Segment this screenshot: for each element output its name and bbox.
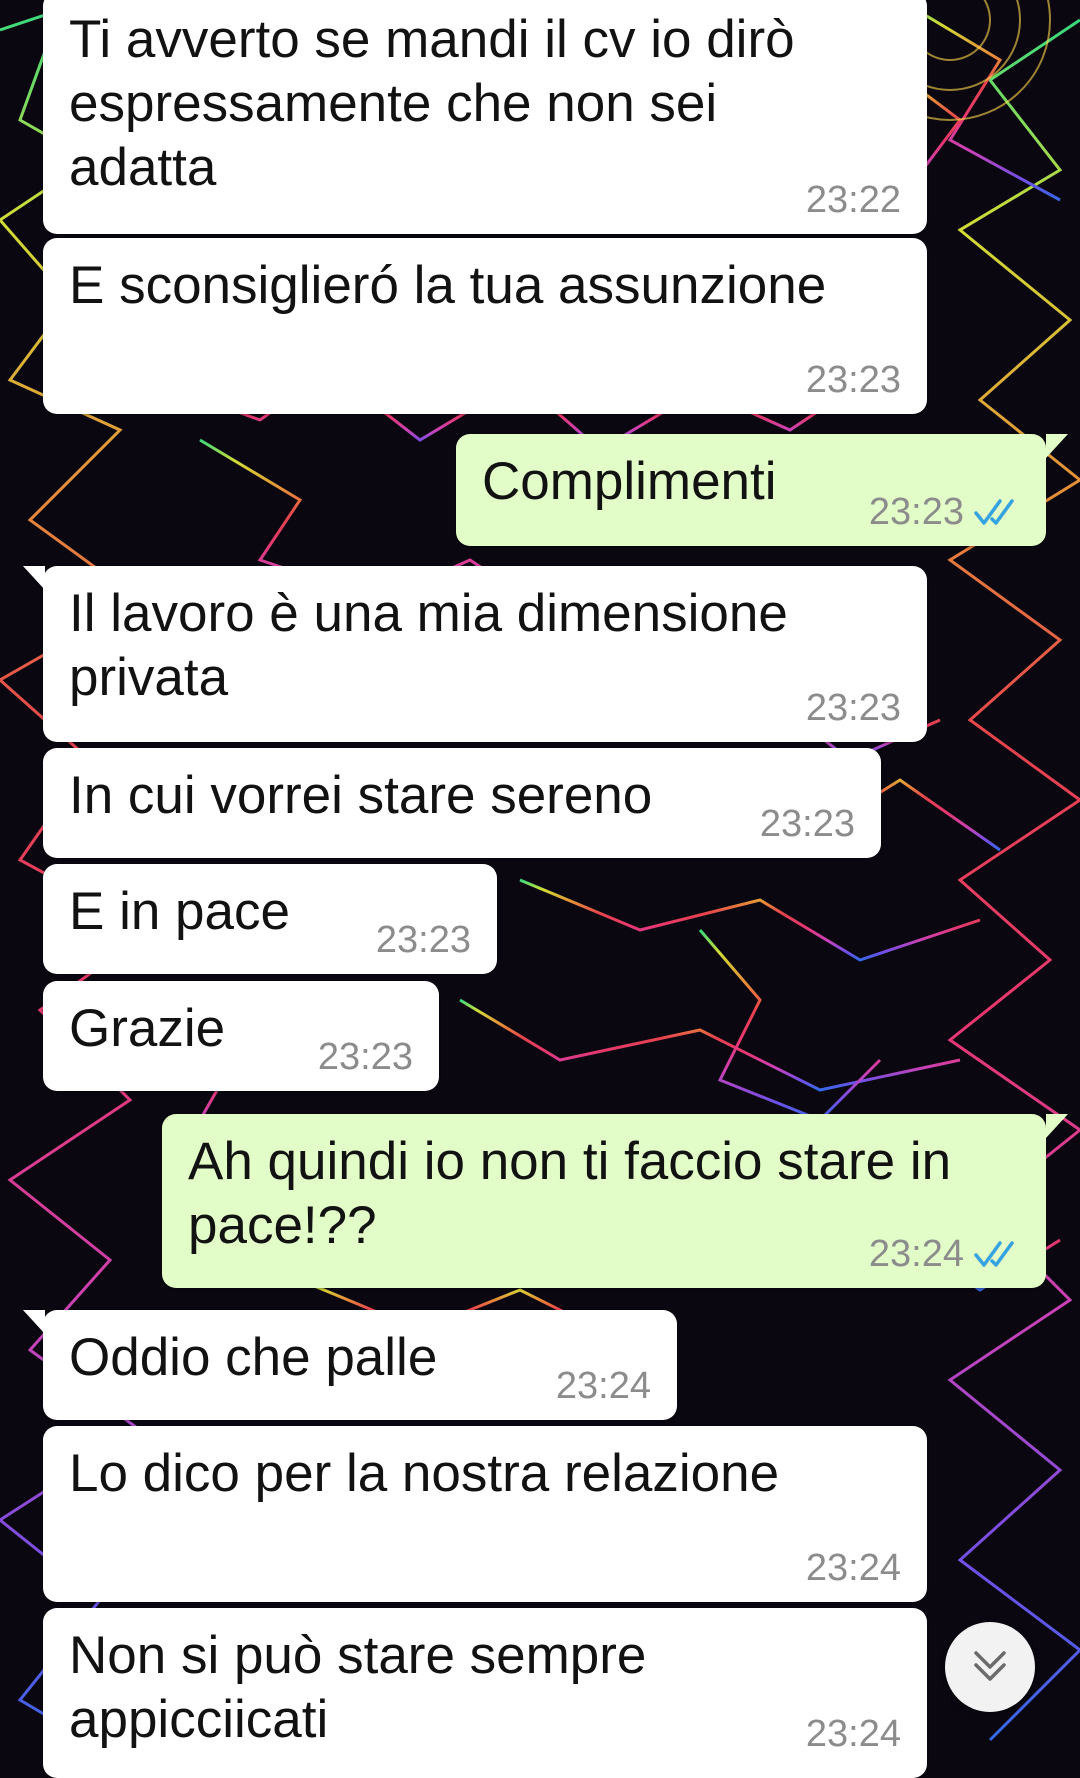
message-meta: 23:23 <box>806 686 901 730</box>
message-bubble-incoming[interactable]: E in pace 23:23 <box>43 864 497 974</box>
message-time: 23:23 <box>759 803 855 845</box>
message-time: 23:22 <box>805 179 901 221</box>
message-meta: 23:23 <box>869 490 1020 534</box>
scroll-to-bottom-button[interactable] <box>945 1622 1035 1712</box>
message-text: Non si può stare sempre appicciicati <box>69 1626 647 1749</box>
bubble-tail <box>1046 434 1068 458</box>
double-check-read-icon <box>974 499 1014 525</box>
bubble-tail <box>23 566 45 590</box>
bubble-tail <box>23 1310 45 1334</box>
bubble-tail <box>1046 1114 1068 1138</box>
message-time: 23:23 <box>868 491 964 533</box>
message-time: 23:23 <box>805 687 901 729</box>
message-bubble-incoming[interactable]: Il lavoro è una mia dimensione privata 2… <box>23 566 927 742</box>
message-meta: 23:23 <box>318 1035 413 1079</box>
message-bubble-outgoing[interactable]: Complimenti 23:23 <box>456 434 1068 546</box>
message-bubble-incoming[interactable]: E sconsiglieró la tua assunzione 23:23 <box>43 238 927 414</box>
message-time: 23:23 <box>375 919 471 961</box>
message-meta: 23:23 <box>760 802 855 846</box>
message-text: Lo dico per la nostra relazione <box>69 1444 780 1503</box>
message-bubble-incoming[interactable]: Non si può stare sempre appicciicati 23:… <box>43 1608 927 1778</box>
message-bubble-incoming[interactable]: Oddio che palle 23:24 <box>23 1310 677 1420</box>
message-time: 23:23 <box>317 1036 413 1078</box>
message-text: Il lavoro è una mia dimensione privata <box>69 584 788 707</box>
message-bubble-incoming[interactable]: Ti avverto se mandi il cv io dirò espres… <box>43 0 927 234</box>
message-meta: 23:22 <box>806 178 901 222</box>
double-chevron-down-icon <box>974 1651 1006 1681</box>
message-time: 23:24 <box>555 1365 651 1407</box>
message-time: 23:24 <box>805 1547 901 1589</box>
double-check-read-icon <box>974 1241 1014 1267</box>
message-bubble-incoming[interactable]: In cui vorrei stare sereno 23:23 <box>43 748 881 858</box>
message-text: E sconsiglieró la tua assunzione <box>69 256 827 315</box>
message-meta: 23:24 <box>869 1232 1020 1276</box>
message-text: In cui vorrei stare sereno <box>69 766 653 825</box>
message-meta: 23:24 <box>806 1546 901 1590</box>
message-bubble-incoming[interactable]: Lo dico per la nostra relazione 23:24 <box>43 1426 927 1602</box>
message-bubble-outgoing[interactable]: Ah quindi io non ti faccio stare in pace… <box>162 1114 1068 1288</box>
message-bubble-incoming[interactable]: Grazie 23:23 <box>43 981 439 1091</box>
message-meta: 23:23 <box>376 918 471 962</box>
message-meta: 23:23 <box>806 358 901 402</box>
message-meta: 23:24 <box>556 1364 651 1408</box>
message-text: Ti avverto se mandi il cv io dirò espres… <box>69 10 795 197</box>
message-meta: 23:24 <box>806 1712 901 1756</box>
message-time: 23:24 <box>868 1233 964 1275</box>
message-time: 23:24 <box>805 1713 901 1755</box>
message-time: 23:23 <box>805 359 901 401</box>
